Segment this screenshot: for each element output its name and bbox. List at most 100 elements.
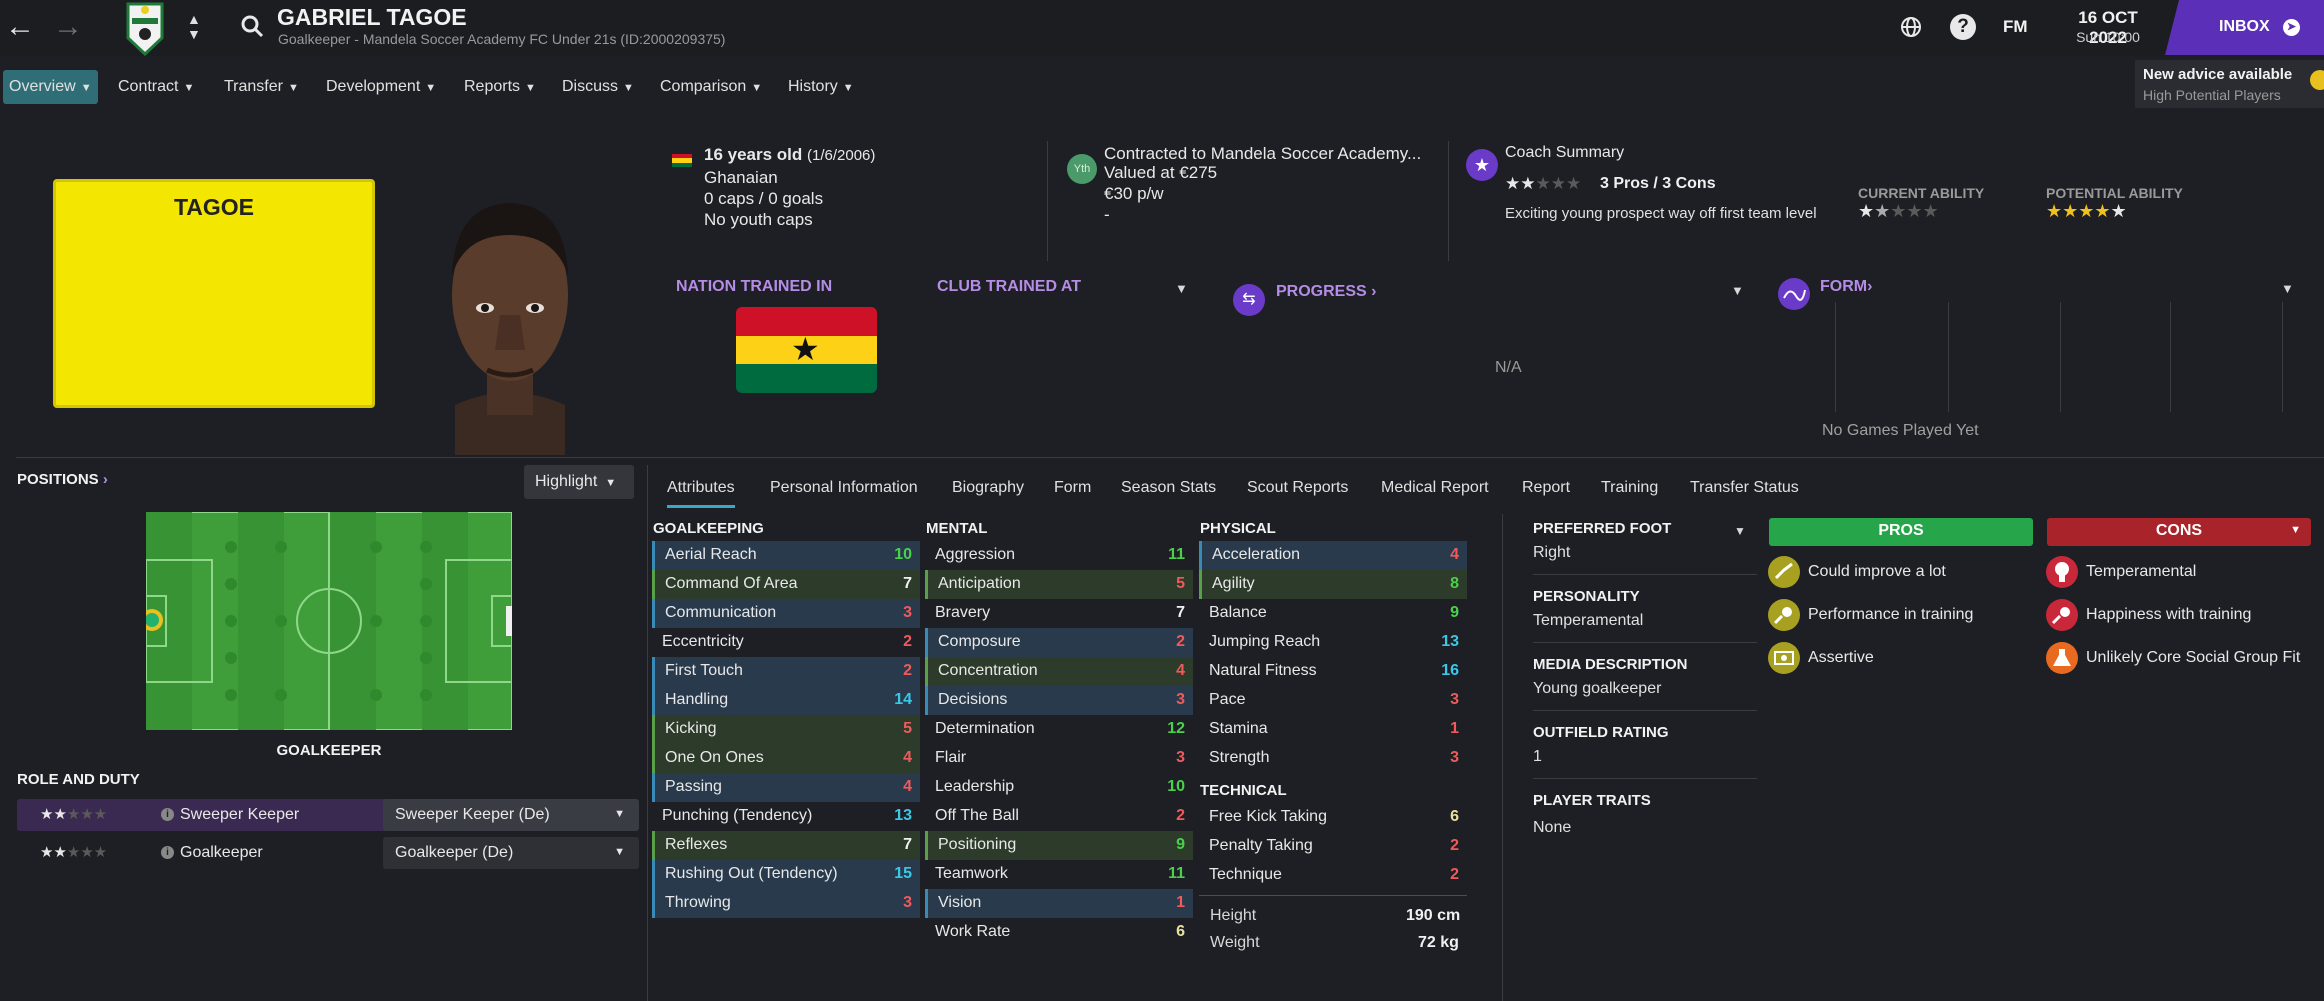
- attribute-row[interactable]: Agility 8: [1199, 570, 1467, 599]
- globe-icon[interactable]: [1899, 15, 1923, 44]
- attribute-row[interactable]: Positioning 9: [925, 831, 1193, 860]
- attribute-row[interactable]: Acceleration 4: [1199, 541, 1467, 570]
- physical-attributes: Acceleration 4 Agility 8 Balance 9 Jumping Rea…: [1199, 541, 1467, 773]
- tab-report[interactable]: Report: [1522, 479, 1570, 497]
- attribute-row[interactable]: Punching (Tendency) 13: [652, 802, 920, 831]
- attribute-row[interactable]: Free Kick Taking 6: [1199, 803, 1467, 832]
- back-arrow-icon[interactable]: ←: [5, 12, 35, 42]
- chevron-down-icon[interactable]: ▼: [1175, 281, 1188, 296]
- attribute-row[interactable]: Leadership 10: [925, 773, 1193, 802]
- tab-transfer-status[interactable]: Transfer Status: [1690, 479, 1799, 497]
- attribute-row[interactable]: Aerial Reach 10: [652, 541, 920, 570]
- media-description-value: Young goalkeeper: [1533, 680, 1662, 697]
- attribute-row[interactable]: Composure 2: [925, 628, 1193, 657]
- nav-discuss[interactable]: Discuss ▼: [556, 70, 640, 104]
- nav-reports[interactable]: Reports ▼: [458, 70, 542, 104]
- chevron-down-icon[interactable]: ▼: [2281, 281, 2294, 296]
- attribute-row[interactable]: Flair 3: [925, 744, 1193, 773]
- attribute-row[interactable]: Passing 4: [652, 773, 920, 802]
- attribute-value: 5: [1176, 575, 1185, 592]
- duty-dropdown[interactable]: Sweeper Keeper (De) ▼: [383, 799, 639, 831]
- forward-arrow-icon[interactable]: →: [53, 12, 83, 42]
- attribute-row[interactable]: Communication 3: [652, 599, 920, 628]
- tab-scout-reports[interactable]: Scout Reports: [1247, 479, 1348, 497]
- nav-comparison[interactable]: Comparison ▼: [654, 70, 768, 104]
- attribute-row[interactable]: Strength 3: [1199, 744, 1467, 773]
- club-crest-logo: [120, 0, 170, 57]
- info-icon[interactable]: i: [161, 808, 174, 821]
- attribute-row[interactable]: Throwing 3: [652, 889, 920, 918]
- attribute-row[interactable]: Reflexes 7: [652, 831, 920, 860]
- shirt-name: TAGOE: [173, 194, 255, 220]
- chevron-down-icon[interactable]: ▼: [1731, 283, 1744, 298]
- nav-label: Discuss: [562, 78, 619, 95]
- attribute-name: Aggression: [935, 546, 1016, 563]
- attribute-row[interactable]: Balance 9: [1199, 599, 1467, 628]
- contract-line[interactable]: Contracted to Mandela Soccer Academy...: [1104, 144, 1421, 164]
- progress-link[interactable]: PROGRESS ›: [1276, 283, 1376, 301]
- attribute-row[interactable]: Bravery 7: [925, 599, 1193, 628]
- progress-icon: ⇆: [1233, 284, 1265, 316]
- form-link[interactable]: FORM›: [1820, 278, 1872, 296]
- positions-link[interactable]: POSITIONS ›: [17, 471, 108, 488]
- attribute-name: One On Ones: [665, 749, 764, 766]
- attribute-row[interactable]: Kicking 5: [652, 715, 920, 744]
- tab-form[interactable]: Form: [1054, 479, 1091, 497]
- player-switch-arrows-icon[interactable]: ▲ ▼: [187, 12, 201, 42]
- attribute-row[interactable]: Aggression 11: [925, 541, 1193, 570]
- search-icon[interactable]: [240, 14, 264, 43]
- info-icon[interactable]: i: [161, 846, 174, 859]
- attribute-row[interactable]: Determination 12: [925, 715, 1193, 744]
- attribute-row[interactable]: Anticipation 5: [925, 570, 1193, 599]
- help-icon[interactable]: ?: [1950, 14, 1976, 40]
- highlight-dropdown[interactable]: Highlight ▼: [524, 465, 634, 499]
- attribute-row[interactable]: Command Of Area 7: [652, 570, 920, 599]
- attribute-row[interactable]: Concentration 4: [925, 657, 1193, 686]
- attribute-row[interactable]: Decisions 3: [925, 686, 1193, 715]
- attribute-row[interactable]: Pace 3: [1199, 686, 1467, 715]
- divider: [1448, 141, 1449, 261]
- attribute-row[interactable]: Stamina 1: [1199, 715, 1467, 744]
- attribute-row[interactable]: Off The Ball 2: [925, 802, 1193, 831]
- nav-transfer[interactable]: Transfer ▼: [218, 70, 305, 104]
- duty-dropdown[interactable]: Goalkeeper (De) ▼: [383, 837, 639, 869]
- cons-header[interactable]: CONS ▼: [2047, 518, 2311, 546]
- outfield-rating-value: 1: [1533, 748, 1542, 765]
- preferred-foot-value: Right: [1533, 544, 1571, 561]
- attribute-row[interactable]: Vision 1: [925, 889, 1193, 918]
- attribute-name: Strength: [1209, 749, 1270, 766]
- tab-medical-report[interactable]: Medical Report: [1381, 479, 1489, 497]
- nav-history[interactable]: History ▼: [782, 70, 860, 104]
- tab-attributes[interactable]: Attributes: [667, 479, 735, 508]
- tab-season-stats[interactable]: Season Stats: [1121, 479, 1216, 497]
- attribute-row[interactable]: Jumping Reach 13: [1199, 628, 1467, 657]
- nav-development[interactable]: Development ▼: [320, 70, 442, 104]
- attribute-row[interactable]: Handling 14: [652, 686, 920, 715]
- attribute-name: Eccentricity: [662, 633, 744, 650]
- nav-overview[interactable]: Overview ▼: [3, 70, 98, 104]
- attribute-row[interactable]: One On Ones 4: [652, 744, 920, 773]
- attribute-row[interactable]: Teamwork 11: [925, 860, 1193, 889]
- nav-contract[interactable]: Contract ▼: [112, 70, 200, 104]
- technical-header: TECHNICAL: [1200, 782, 1287, 799]
- pro-item: Performance in training: [1808, 606, 1974, 623]
- tab-training[interactable]: Training: [1601, 479, 1658, 497]
- attribute-row[interactable]: Rushing Out (Tendency) 15: [652, 860, 920, 889]
- attribute-row[interactable]: Natural Fitness 16: [1199, 657, 1467, 686]
- attribute-name: Passing: [665, 778, 722, 795]
- training-icon: [2046, 599, 2078, 631]
- attribute-row[interactable]: Penalty Taking 2: [1199, 832, 1467, 861]
- advice-notification[interactable]: New advice available High Potential Play…: [2135, 60, 2324, 108]
- attribute-value: 16: [1441, 662, 1459, 679]
- attribute-row[interactable]: Eccentricity 2: [652, 628, 920, 657]
- chevron-down-icon[interactable]: ▼: [1734, 524, 1746, 538]
- tab-personal-information[interactable]: Personal Information: [770, 479, 918, 497]
- attribute-row[interactable]: Technique 2: [1199, 861, 1467, 890]
- divider: [1502, 514, 1503, 1001]
- attribute-value: 4: [1176, 662, 1185, 679]
- tab-biography[interactable]: Biography: [952, 479, 1024, 497]
- fm-menu-button[interactable]: FM: [2003, 17, 2028, 37]
- attribute-row[interactable]: First Touch 2: [652, 657, 920, 686]
- inbox-button[interactable]: INBOX ➤: [2165, 0, 2324, 55]
- attribute-row[interactable]: Work Rate 6: [925, 918, 1193, 947]
